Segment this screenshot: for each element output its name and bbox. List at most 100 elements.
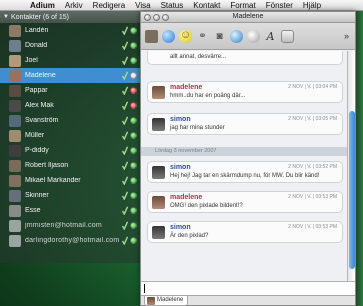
menu-redigera[interactable]: Redigera xyxy=(88,0,130,10)
check-icon xyxy=(121,56,129,66)
menu-kontakt[interactable]: Kontakt xyxy=(188,0,225,10)
message-partial: allt annat, desvärre... xyxy=(147,51,343,65)
status-indicator-icon xyxy=(130,162,137,169)
contact-name: Donald xyxy=(25,42,48,49)
avatar xyxy=(152,86,165,99)
status-indicator-icon xyxy=(130,57,137,64)
font-icon[interactable]: A xyxy=(264,30,277,43)
check-icon xyxy=(121,161,129,171)
contact-name: P-diddy xyxy=(25,147,49,154)
camera-icon[interactable]: ◙ xyxy=(213,30,226,43)
status-orb-icon[interactable] xyxy=(162,29,175,43)
contact-name: Landén xyxy=(25,27,49,34)
info-sphere-icon[interactable] xyxy=(247,29,260,43)
chat-toolbar: ⚭ ◙ A » xyxy=(141,23,355,50)
link-icon[interactable]: ⚭ xyxy=(196,30,209,43)
check-icon xyxy=(121,26,129,36)
contact-row[interactable]: Pappar xyxy=(0,83,140,98)
contact-row[interactable]: Robert Iljason xyxy=(0,158,140,173)
contact-avatar-icon[interactable] xyxy=(145,29,158,43)
message-timestamp: 2 NOV | V. | 03:04 PM xyxy=(288,84,337,90)
check-icon xyxy=(121,101,129,111)
message-text: hmm..du har en poäng där... xyxy=(170,93,246,99)
contact-name: darlingdorothy@hotmail.com xyxy=(25,237,120,244)
menu-fonster[interactable]: Fönster xyxy=(261,0,298,10)
message-text: Hej hej! Jag tar en skärmdump nu, för MW… xyxy=(170,173,320,179)
message-bubble: simon 2 NOV | V. | 03:05 PM jag har mina… xyxy=(147,113,343,135)
date-divider: Lördag 3 november 2007 xyxy=(141,147,347,156)
transcript-scrollbar[interactable] xyxy=(347,51,355,281)
chat-titlebar: Madelene xyxy=(141,12,355,23)
status-indicator-icon xyxy=(130,192,137,199)
check-icon xyxy=(121,86,129,96)
menu-hjalp[interactable]: Hjälp xyxy=(298,0,326,10)
contact-name: Esse xyxy=(25,207,41,214)
avatar xyxy=(9,69,21,82)
message-sender: madelene xyxy=(170,194,203,201)
contact-card-icon[interactable] xyxy=(281,29,294,43)
more-chevron-icon[interactable]: » xyxy=(340,30,353,43)
contact-row[interactable]: Alex Mak xyxy=(0,98,140,113)
message-text: allt annat, desvärre... xyxy=(170,54,227,60)
avatar xyxy=(152,226,165,239)
chat-title: Madelene xyxy=(232,13,264,20)
message-input[interactable] xyxy=(141,281,355,295)
scrollbar-thumb[interactable] xyxy=(349,111,355,269)
menu-status[interactable]: Status xyxy=(156,0,189,10)
contact-row[interactable]: P-diddy xyxy=(0,143,140,158)
contact-row[interactable]: Esse xyxy=(0,203,140,218)
contact-row[interactable]: darlingdorothy@hotmail.com xyxy=(0,233,140,248)
check-icon xyxy=(121,191,129,201)
contact-rows: Landén Donald Joel Madelene Pappar Alex Mak Sv… xyxy=(0,23,140,248)
message-text: OMG! den pixlade bildent!? xyxy=(170,203,243,209)
avatar xyxy=(9,114,21,127)
text-caret xyxy=(144,284,145,293)
smiley-icon[interactable] xyxy=(179,29,192,43)
contact-row[interactable]: Donald xyxy=(0,38,140,53)
contact-name: Skinner xyxy=(25,192,49,199)
message-sender: madelene xyxy=(170,84,203,91)
contact-row[interactable]: Skinner xyxy=(0,188,140,203)
tab-label: Madelene xyxy=(157,297,184,303)
check-icon xyxy=(121,146,129,156)
contact-group-header[interactable]: ▼ Kontakter (6 of 15) xyxy=(0,11,140,23)
check-icon xyxy=(121,71,129,81)
avatar xyxy=(9,189,21,202)
message-timestamp: 2 NOV | V. | 03:52 PM xyxy=(288,164,337,170)
contact-row[interactable]: Svanström xyxy=(0,113,140,128)
check-icon xyxy=(121,176,129,186)
disclosure-triangle-icon[interactable]: ▼ xyxy=(3,14,11,20)
avatar xyxy=(152,166,165,179)
contact-row[interactable]: Müller xyxy=(0,128,140,143)
contact-name: Mikael Markander xyxy=(25,177,81,184)
menu-format[interactable]: Format xyxy=(225,0,260,10)
contact-row[interactable]: Madelene xyxy=(0,68,140,83)
avatar xyxy=(152,196,165,209)
contact-name: Alex Mak xyxy=(25,102,54,109)
contact-row[interactable]: Joel xyxy=(0,53,140,68)
contact-name: jmmisten@hotmail.com xyxy=(25,222,102,229)
menu-arkiv[interactable]: Arkiv xyxy=(60,0,88,10)
menu-visa[interactable]: Visa xyxy=(130,0,155,10)
avatar xyxy=(9,99,21,112)
contact-group-label: Kontakter (6 of 15) xyxy=(11,13,69,21)
menu-adium[interactable]: Adium xyxy=(25,0,60,10)
tab-madelene[interactable]: Madelene xyxy=(144,296,189,306)
contact-row[interactable]: Mikael Markander xyxy=(0,173,140,188)
chat-window: Madelene ⚭ ◙ A » allt annat, desvärre...… xyxy=(140,11,356,306)
check-icon xyxy=(121,236,129,246)
contact-name: Müller xyxy=(25,132,45,139)
contact-name: Robert Iljason xyxy=(25,162,69,169)
avatar xyxy=(9,54,21,67)
status-indicator-icon xyxy=(130,117,137,124)
contact-row[interactable]: Landén xyxy=(0,23,140,38)
contact-list-window: ▼ Kontakter (6 of 15) Landén Donald Joel Ma… xyxy=(0,11,140,263)
check-icon xyxy=(121,206,129,216)
status-indicator-icon xyxy=(130,207,137,214)
message-bubble: simon 2 NOV | V. | 03:52 PM Hej hej! Jag… xyxy=(147,161,343,183)
message-text: Är den pixlad? xyxy=(170,233,209,239)
globe-icon[interactable] xyxy=(230,29,243,43)
contact-row[interactable]: jmmisten@hotmail.com xyxy=(0,218,140,233)
status-indicator-icon xyxy=(130,87,137,94)
status-indicator-icon xyxy=(130,27,137,34)
